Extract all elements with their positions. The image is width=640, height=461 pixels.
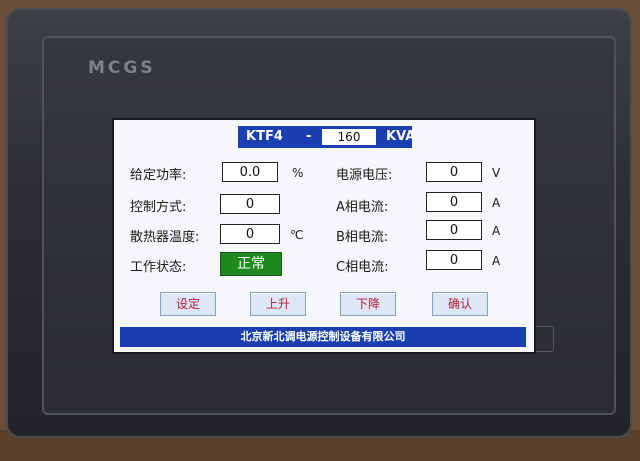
heatsink-temp-label: 散热器温度: bbox=[130, 230, 200, 245]
phase-b-current-field[interactable]: 0 bbox=[426, 220, 482, 240]
capacity-field[interactable]: 160 bbox=[322, 129, 376, 145]
control-mode-label: 控制方式: bbox=[130, 200, 187, 215]
phase-c-current-field[interactable]: 0 bbox=[426, 250, 482, 270]
side-port bbox=[534, 326, 554, 352]
phase-a-current-label: A相电流: bbox=[336, 200, 389, 215]
confirm-button[interactable]: 确认 bbox=[432, 292, 488, 316]
brand-logo: MCGS bbox=[88, 58, 156, 78]
model-name: KTF4 bbox=[246, 129, 283, 144]
heatsink-temp-unit: ℃ bbox=[290, 228, 304, 242]
phase-c-current-unit: A bbox=[492, 254, 501, 268]
supply-voltage-label: 电源电压: bbox=[336, 168, 393, 183]
given-power-unit: % bbox=[292, 166, 304, 180]
header-dash: - bbox=[306, 129, 312, 144]
phase-b-current-unit: A bbox=[492, 224, 501, 238]
supply-voltage-unit: V bbox=[492, 166, 501, 180]
capacity-unit: KVA bbox=[386, 129, 416, 144]
phase-b-current-label: B相电流: bbox=[336, 230, 389, 245]
set-button[interactable]: 设定 bbox=[160, 292, 216, 316]
work-status-badge: 正常 bbox=[220, 252, 282, 276]
header-bar: KTF4 - 160 KVA bbox=[238, 126, 416, 148]
phase-c-current-label: C相电流: bbox=[336, 260, 389, 275]
phase-a-current-field[interactable]: 0 bbox=[426, 192, 482, 212]
work-status-label: 工作状态: bbox=[130, 260, 187, 275]
company-footer: 北京新北调电源控制设备有限公司 bbox=[120, 327, 526, 347]
raise-button[interactable]: 上升 bbox=[250, 292, 306, 316]
given-power-label: 给定功率: bbox=[130, 168, 187, 183]
hmi-screen: KTF4 - 160 KVA 给定功率: 0.0 % 控制方式: 0 散热器温度… bbox=[112, 118, 536, 354]
phase-a-current-unit: A bbox=[492, 196, 501, 210]
given-power-field[interactable]: 0.0 bbox=[222, 162, 278, 182]
supply-voltage-field[interactable]: 0 bbox=[426, 162, 482, 182]
heatsink-temp-field[interactable]: 0 bbox=[220, 224, 280, 244]
lower-button[interactable]: 下降 bbox=[340, 292, 396, 316]
control-mode-field[interactable]: 0 bbox=[220, 194, 280, 214]
